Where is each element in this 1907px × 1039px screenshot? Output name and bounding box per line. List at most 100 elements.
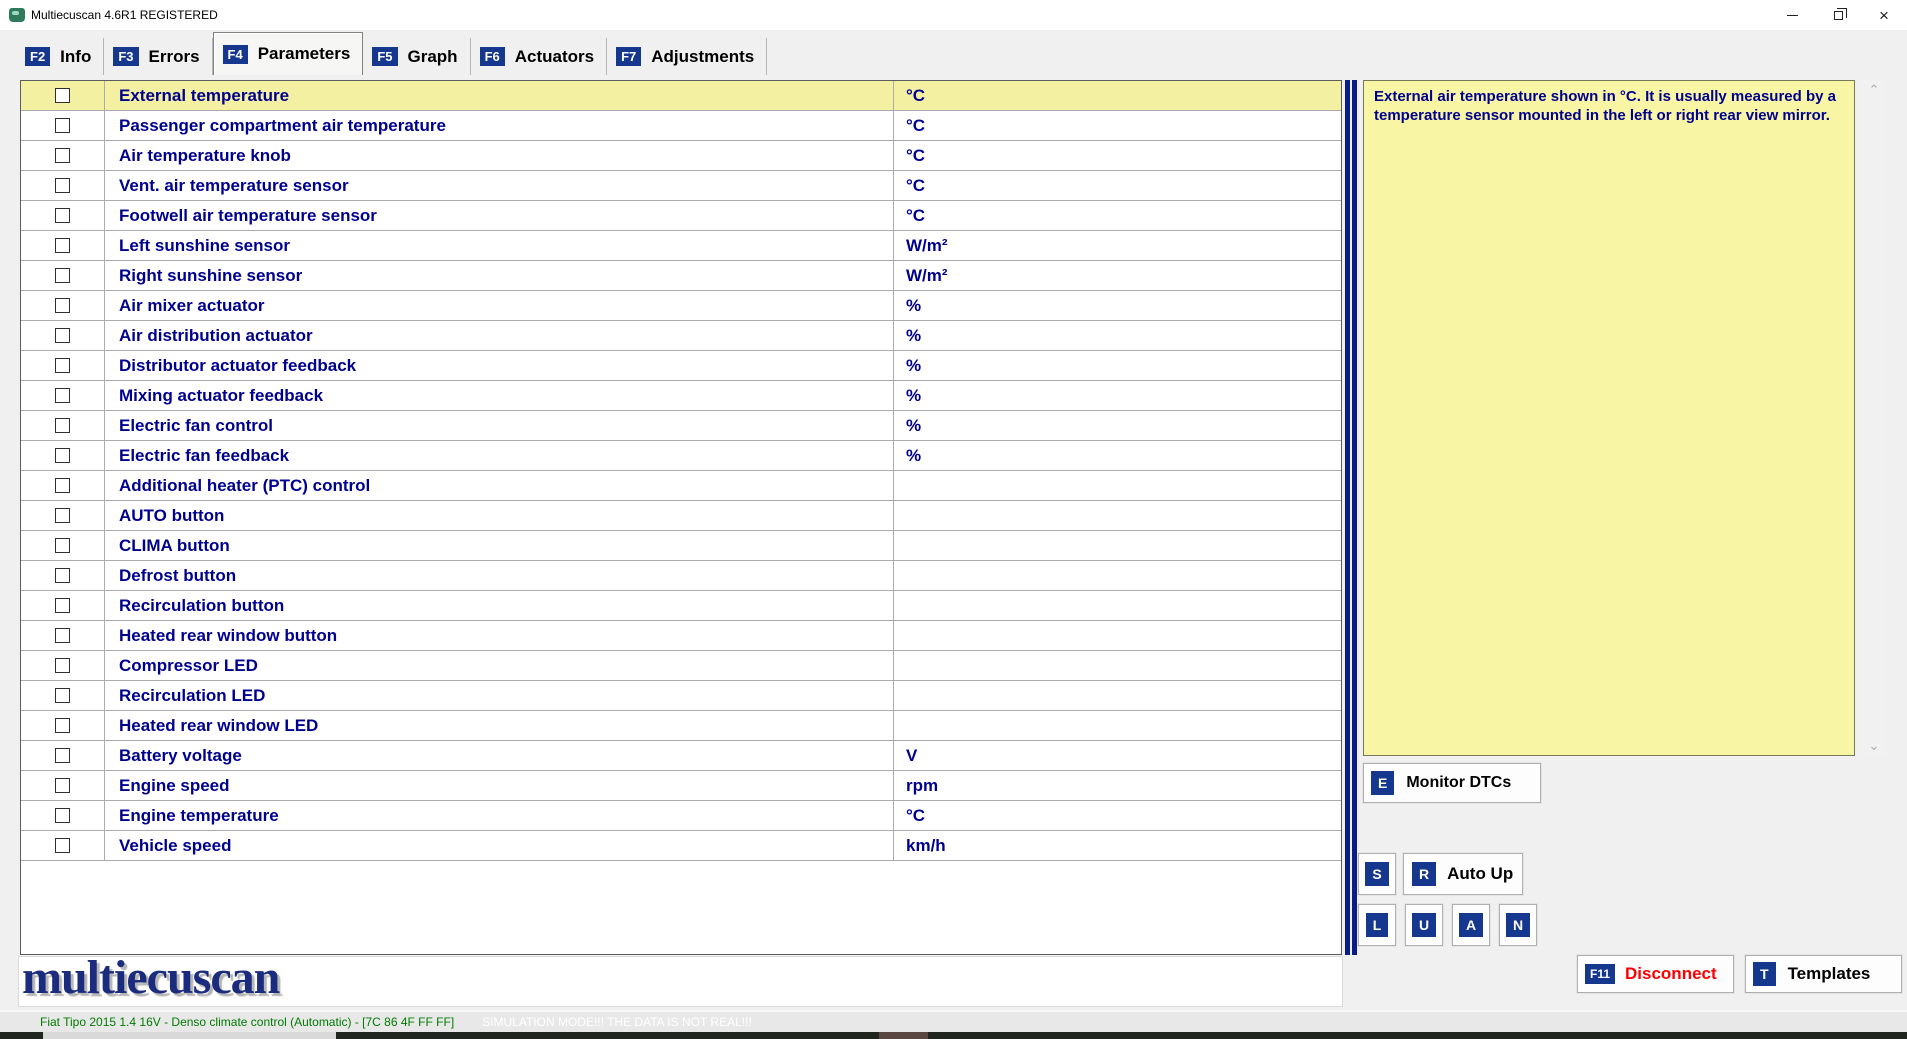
param-unit: %: [894, 441, 1341, 470]
table-row[interactable]: External temperature°C: [21, 81, 1341, 111]
param-unit: W/m²: [894, 261, 1341, 290]
row-checkbox[interactable]: [55, 778, 70, 793]
checkbox-cell: [21, 261, 105, 290]
table-row[interactable]: Electric fan control%: [21, 411, 1341, 441]
tab-parameters[interactable]: F4Parameters: [213, 32, 364, 75]
row-checkbox[interactable]: [55, 568, 70, 583]
status-bar: Fiat Tipo 2015 1.4 16V - Denso climate c…: [0, 1010, 1907, 1032]
table-row[interactable]: Passenger compartment air temperature°C: [21, 111, 1341, 141]
row-checkbox[interactable]: [55, 748, 70, 763]
hotkey-button-s[interactable]: S: [1358, 853, 1396, 895]
row-checkbox[interactable]: [55, 808, 70, 823]
row-checkbox[interactable]: [55, 598, 70, 613]
checkbox-cell: [21, 321, 105, 350]
table-row[interactable]: Distributor actuator feedback%: [21, 351, 1341, 381]
row-checkbox[interactable]: [55, 418, 70, 433]
param-unit: %: [894, 321, 1341, 350]
table-row[interactable]: Mixing actuator feedback%: [21, 381, 1341, 411]
table-row[interactable]: Footwell air temperature sensor°C: [21, 201, 1341, 231]
table-row[interactable]: Heated rear window button: [21, 621, 1341, 651]
description-scrollbar[interactable]: ⌃ ⌄: [1862, 80, 1886, 756]
checkbox-cell: [21, 771, 105, 800]
tab-errors[interactable]: F3Errors: [104, 38, 212, 75]
monitor-dtcs-button[interactable]: E Monitor DTCs: [1363, 763, 1541, 803]
restore-button[interactable]: [1815, 0, 1861, 30]
scroll-down-icon[interactable]: ⌄: [1869, 736, 1880, 756]
row-checkbox[interactable]: [55, 508, 70, 523]
param-unit: [894, 531, 1341, 560]
row-checkbox[interactable]: [55, 628, 70, 643]
param-unit: °C: [894, 801, 1341, 830]
hotkey-badge-r: R: [1412, 862, 1436, 886]
table-row[interactable]: Air distribution actuator%: [21, 321, 1341, 351]
row-checkbox[interactable]: [55, 658, 70, 673]
disconnect-button[interactable]: F11 Disconnect: [1577, 955, 1734, 993]
table-row[interactable]: Right sunshine sensorW/m²: [21, 261, 1341, 291]
table-row[interactable]: Vehicle speedkm/h: [21, 831, 1341, 861]
table-row[interactable]: Compressor LED: [21, 651, 1341, 681]
row-checkbox[interactable]: [55, 358, 70, 373]
row-checkbox[interactable]: [55, 538, 70, 553]
checkbox-cell: [21, 381, 105, 410]
table-row[interactable]: Left sunshine sensorW/m²: [21, 231, 1341, 261]
row-checkbox[interactable]: [55, 238, 70, 253]
param-label: Right sunshine sensor: [105, 261, 894, 290]
hotkey-button-l[interactable]: L: [1358, 904, 1396, 946]
table-row[interactable]: Defrost button: [21, 561, 1341, 591]
table-row[interactable]: Heated rear window LED: [21, 711, 1341, 741]
bottom-strip: [0, 1032, 1907, 1039]
row-checkbox[interactable]: [55, 838, 70, 853]
row-checkbox[interactable]: [55, 178, 70, 193]
row-checkbox[interactable]: [55, 478, 70, 493]
table-row[interactable]: Vent. air temperature sensor°C: [21, 171, 1341, 201]
param-unit: [894, 651, 1341, 680]
table-row[interactable]: Recirculation button: [21, 591, 1341, 621]
table-row[interactable]: Additional heater (PTC) control: [21, 471, 1341, 501]
row-checkbox[interactable]: [55, 298, 70, 313]
tab-actuators[interactable]: F6Actuators: [471, 38, 608, 75]
fkey-badge: F2: [25, 47, 50, 66]
templates-button[interactable]: T Templates: [1745, 955, 1902, 993]
fkey-badge: F5: [372, 47, 397, 66]
hotkey-badge-s: S: [1365, 862, 1388, 886]
table-row[interactable]: Electric fan feedback%: [21, 441, 1341, 471]
disconnect-label: Disconnect: [1625, 964, 1717, 984]
table-row[interactable]: AUTO button: [21, 501, 1341, 531]
param-unit: °C: [894, 81, 1341, 110]
tab-info[interactable]: F2Info: [16, 38, 104, 75]
param-unit: °C: [894, 171, 1341, 200]
row-checkbox[interactable]: [55, 88, 70, 103]
table-row[interactable]: Engine speedrpm: [21, 771, 1341, 801]
row-checkbox[interactable]: [55, 718, 70, 733]
row-checkbox[interactable]: [55, 208, 70, 223]
hotkey-button-n[interactable]: N: [1499, 904, 1537, 946]
minimize-button[interactable]: [1769, 0, 1815, 30]
param-label: Engine temperature: [105, 801, 894, 830]
row-checkbox[interactable]: [55, 328, 70, 343]
hotkey-button-u[interactable]: U: [1405, 904, 1443, 946]
hotkey-button-a[interactable]: A: [1452, 904, 1490, 946]
tab-adjustments[interactable]: F7Adjustments: [607, 38, 767, 75]
checkbox-cell: [21, 441, 105, 470]
table-row[interactable]: Air temperature knob°C: [21, 141, 1341, 171]
row-checkbox[interactable]: [55, 688, 70, 703]
row-checkbox[interactable]: [55, 448, 70, 463]
table-row[interactable]: Battery voltageV: [21, 741, 1341, 771]
table-row[interactable]: Recirculation LED: [21, 681, 1341, 711]
auto-up-button[interactable]: R Auto Up: [1403, 853, 1523, 895]
checkbox-cell: [21, 111, 105, 140]
row-checkbox[interactable]: [55, 148, 70, 163]
tab-graph[interactable]: F5Graph: [363, 38, 470, 75]
table-row[interactable]: Air mixer actuator%: [21, 291, 1341, 321]
param-label: Compressor LED: [105, 651, 894, 680]
checkbox-cell: [21, 201, 105, 230]
row-checkbox[interactable]: [55, 118, 70, 133]
scroll-up-icon[interactable]: ⌃: [1869, 80, 1880, 100]
table-row[interactable]: CLIMA button: [21, 531, 1341, 561]
row-checkbox[interactable]: [55, 388, 70, 403]
checkbox-cell: [21, 231, 105, 260]
checkbox-cell: [21, 501, 105, 530]
close-button[interactable]: ×: [1861, 0, 1907, 30]
row-checkbox[interactable]: [55, 268, 70, 283]
table-row[interactable]: Engine temperature°C: [21, 801, 1341, 831]
